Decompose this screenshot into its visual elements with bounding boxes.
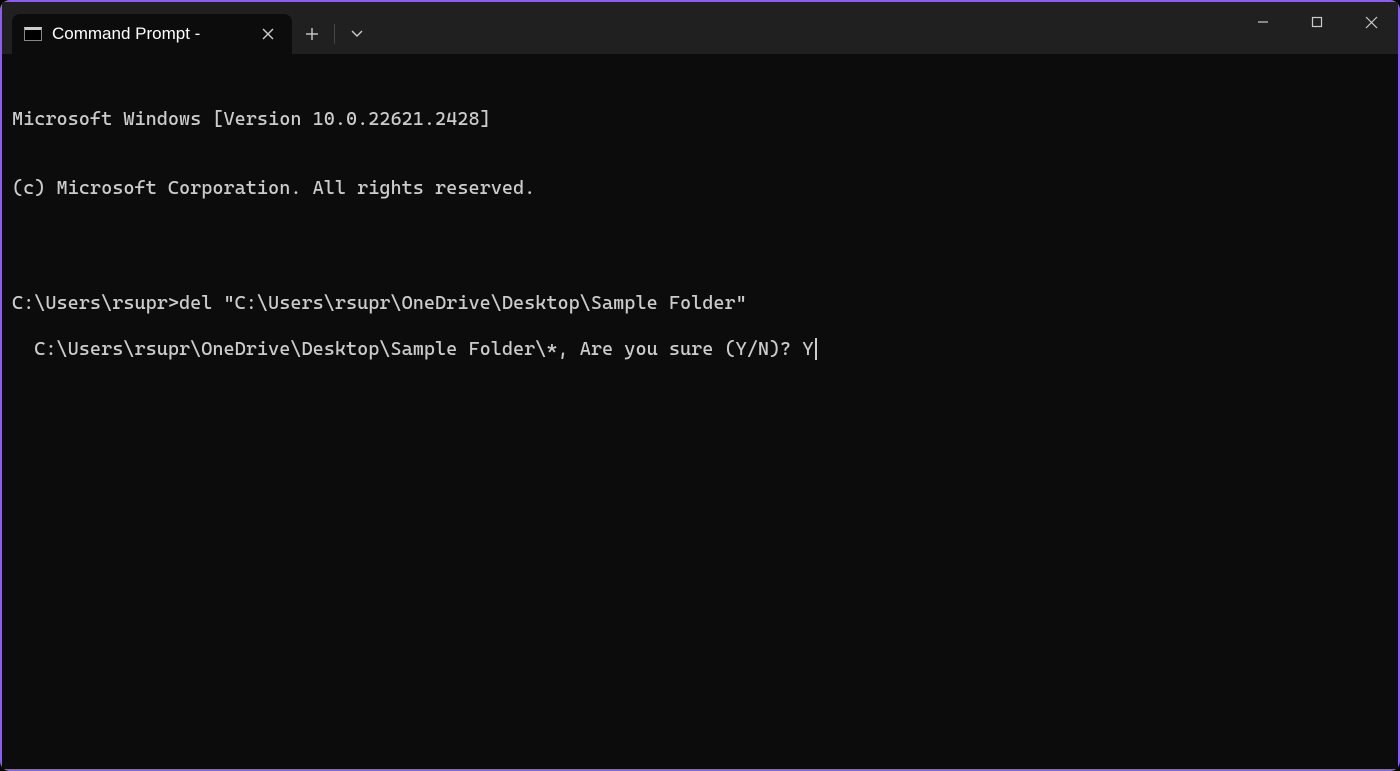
tab-close-button[interactable] [256, 22, 280, 46]
terminal-line: C:\Users\rsupr\OneDrive\Desktop\Sample F… [34, 338, 816, 360]
tab-command-prompt[interactable]: Command Prompt - [12, 14, 292, 54]
minimize-icon [1257, 16, 1269, 28]
window-controls [1236, 2, 1398, 42]
maximize-icon [1311, 16, 1323, 28]
plus-icon [305, 27, 319, 41]
tab-title: Command Prompt - [52, 24, 246, 44]
maximize-button[interactable] [1290, 2, 1344, 42]
cursor [815, 338, 817, 360]
close-window-button[interactable] [1344, 2, 1398, 42]
close-icon [262, 28, 274, 40]
terminal-line: Microsoft Windows [Version 10.0.22621.24… [12, 108, 1388, 131]
terminal-area[interactable]: Microsoft Windows [Version 10.0.22621.24… [2, 54, 1398, 769]
terminal-line: (c) Microsoft Corporation. All rights re… [12, 177, 1388, 200]
minimize-button[interactable] [1236, 2, 1290, 42]
tab-dropdown-button[interactable] [337, 14, 377, 54]
titlebar: Command Prompt - [2, 2, 1398, 54]
new-tab-button[interactable] [292, 14, 332, 54]
close-icon [1365, 16, 1378, 29]
terminal-line: C:\Users\rsupr>del "C:\Users\rsupr\OneDr… [12, 292, 1388, 315]
terminal-text: C:\Users\rsupr\OneDrive\Desktop\Sample F… [34, 338, 813, 360]
divider [334, 24, 335, 44]
cmd-icon [24, 27, 42, 41]
tabs-area: Command Prompt - [2, 14, 377, 54]
chevron-down-icon [351, 30, 363, 38]
